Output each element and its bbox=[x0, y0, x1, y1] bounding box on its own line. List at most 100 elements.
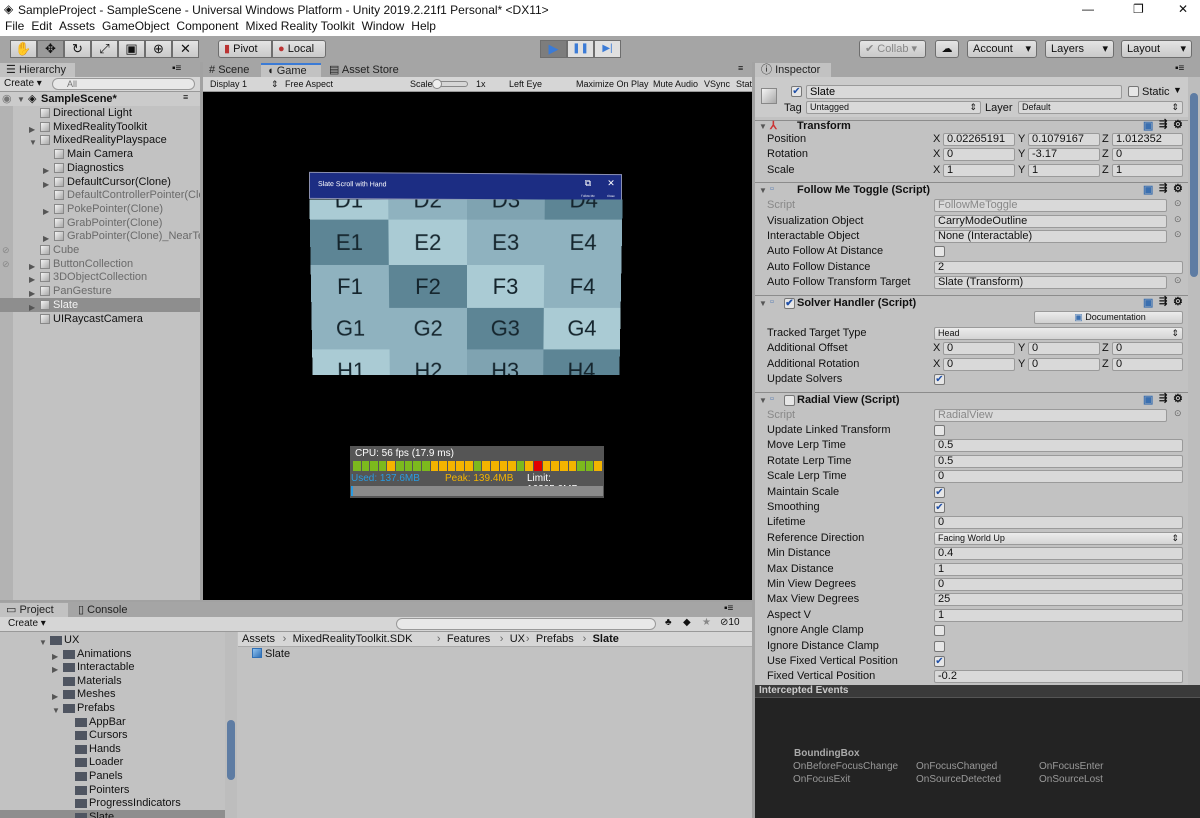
follow-me-button[interactable]: ⧉ Follow Me bbox=[578, 178, 598, 199]
vector-x-field[interactable]: 0.02265191 bbox=[943, 133, 1015, 146]
hierarchy-item[interactable]: ▶ PanGesture bbox=[0, 284, 200, 298]
scale-slider[interactable] bbox=[432, 79, 468, 89]
expand-arrow-icon[interactable]: ▶ bbox=[29, 123, 35, 134]
tab-console[interactable]: ▯ Console bbox=[72, 603, 136, 617]
transform-tool-icon[interactable]: ⊕ bbox=[145, 40, 172, 58]
component-header[interactable]: ▼ ▫ ✔ Solver Handler (Script) ▣ ⇶ ⚙ bbox=[755, 294, 1188, 311]
expand-arrow-icon[interactable]: ▶ bbox=[29, 260, 35, 271]
field-checkbox[interactable]: ✔ bbox=[934, 374, 945, 386]
hierarchy-item[interactable]: DefaultControllerPointer(Clone) bbox=[0, 188, 200, 202]
preset-icon[interactable]: ⇶ bbox=[1159, 183, 1167, 194]
field-input[interactable]: 1 bbox=[934, 608, 1183, 622]
field-dropdown[interactable]: Head ⇕ bbox=[934, 327, 1183, 340]
field-input[interactable]: 1 bbox=[934, 562, 1183, 576]
field-input[interactable]: 0 bbox=[934, 516, 1183, 530]
field-input[interactable]: 2 bbox=[934, 260, 1183, 274]
field-input[interactable]: 0 bbox=[934, 578, 1183, 591]
vector-z-field[interactable]: 1 bbox=[1112, 163, 1183, 177]
folder-item[interactable]: Loader bbox=[0, 755, 225, 769]
slider-handle[interactable] bbox=[432, 79, 442, 89]
object-field[interactable]: None (Interactable) bbox=[934, 230, 1167, 243]
slate-cell[interactable]: F2 bbox=[388, 264, 468, 308]
foldout-arrow-icon[interactable]: ▼ bbox=[759, 396, 767, 405]
hierarchy-item[interactable]: ▶ Slate bbox=[0, 297, 200, 312]
maximize-button[interactable]: ❐ bbox=[1133, 2, 1144, 16]
folder-item[interactable]: ▶ Meshes bbox=[0, 687, 225, 701]
field-input[interactable]: 0.4 bbox=[934, 547, 1183, 561]
rotate-tool-icon[interactable]: ↻ bbox=[64, 40, 91, 58]
documentation-button[interactable]: ▣ Documentation bbox=[1034, 310, 1183, 324]
tab-game[interactable]: ◖ Game bbox=[261, 63, 321, 77]
vector-z-field[interactable]: 0 bbox=[1112, 357, 1183, 371]
component-enabled-checkbox[interactable]: ✔ bbox=[784, 297, 795, 309]
tree-scrollbar[interactable] bbox=[225, 632, 237, 818]
object-picker-icon[interactable]: ⊙ bbox=[1174, 214, 1182, 225]
slate-cell[interactable]: D4 bbox=[544, 199, 623, 220]
vector-x-field[interactable]: 0 bbox=[943, 342, 1015, 356]
object-picker-icon[interactable]: ⊙ bbox=[1174, 408, 1182, 419]
account-dropdown[interactable]: Account ▾ bbox=[967, 40, 1037, 58]
expand-arrow-icon[interactable]: ▶ bbox=[43, 178, 49, 189]
gear-icon[interactable]: ⚙ bbox=[1173, 118, 1183, 131]
expand-arrow-icon[interactable]: ▶ bbox=[43, 164, 49, 175]
foldout-arrow-icon[interactable]: ▼ bbox=[759, 186, 767, 195]
slate-title-bar[interactable]: Slate Scroll with Hand ⧉ Follow Me ✕ Close bbox=[309, 171, 622, 202]
collab-button[interactable]: ✔ Collab ▾ bbox=[859, 40, 926, 58]
breadcrumb-item[interactable]: UX bbox=[510, 633, 525, 645]
expand-arrow-icon[interactable]: ▶ bbox=[29, 273, 35, 284]
vector-z-field[interactable]: 0 bbox=[1112, 148, 1183, 162]
minimize-button[interactable]: — bbox=[1082, 2, 1094, 16]
folder-item[interactable]: ▼ UX bbox=[0, 633, 225, 647]
hierarchy-item[interactable]: ⊘ ▶ ButtonCollection bbox=[0, 257, 200, 271]
folder-item[interactable]: ▶ Interactable bbox=[0, 660, 225, 674]
gear-icon[interactable]: ⚙ bbox=[1173, 295, 1183, 308]
local-button[interactable]: ● Local bbox=[272, 40, 326, 58]
close-button[interactable]: ✕ bbox=[1178, 2, 1188, 16]
vsync-toggle[interactable]: VSync bbox=[704, 77, 730, 91]
folder-item[interactable]: Hands bbox=[0, 742, 225, 756]
hierarchy-item[interactable]: ▶ Diagnostics bbox=[0, 161, 200, 175]
scrollbar-thumb[interactable] bbox=[227, 720, 235, 780]
slate-cell[interactable]: F4 bbox=[543, 264, 622, 308]
vector-z-field[interactable]: 0 bbox=[1112, 342, 1183, 356]
slate-cell[interactable]: G3 bbox=[466, 307, 544, 350]
help-icon[interactable]: ▣ bbox=[1143, 296, 1153, 309]
asset-item[interactable]: Slate bbox=[252, 648, 290, 660]
hidden-eye-icon[interactable]: ⊘ bbox=[2, 243, 10, 257]
hidden-eye-icon[interactable]: ⊘ bbox=[2, 257, 10, 271]
breadcrumb-item[interactable]: Slate bbox=[593, 633, 619, 645]
close-slate-button[interactable]: ✕ Close bbox=[604, 178, 618, 199]
hierarchy-item[interactable]: ▶ MixedRealityToolkit bbox=[0, 120, 200, 134]
favorite-star-icon[interactable]: ★ bbox=[702, 617, 711, 628]
menu-window[interactable]: Window bbox=[362, 19, 405, 33]
tab-asset-store[interactable]: ▤ Asset Store bbox=[323, 63, 408, 77]
lock-icon[interactable]: ▪≡ bbox=[724, 603, 733, 614]
slate-cell[interactable]: E2 bbox=[388, 219, 468, 265]
hierarchy-item[interactable]: ⊘ Cube bbox=[0, 243, 200, 257]
help-icon[interactable]: ▣ bbox=[1143, 393, 1153, 406]
hierarchy-item[interactable]: Main Camera bbox=[0, 147, 200, 161]
field-checkbox[interactable] bbox=[934, 640, 945, 652]
slate-content[interactable]: D1 D2 D3 D4 E1 E2 E3 E4 F1 F2 F3 F4 G1 G2 G3 G4 H1 H2 H3 H4 bbox=[309, 199, 623, 375]
slate-cell[interactable]: H4 bbox=[543, 349, 620, 375]
hierarchy-item[interactable]: GrabPointer(Clone) bbox=[0, 216, 200, 230]
slate-cell[interactable]: G4 bbox=[543, 307, 621, 350]
preset-icon[interactable]: ⇶ bbox=[1159, 119, 1167, 130]
vector-x-field[interactable]: 0 bbox=[943, 148, 1015, 162]
hierarchy-search-input[interactable] bbox=[52, 78, 195, 90]
slate-cell[interactable]: H1 bbox=[312, 349, 390, 375]
tab-project[interactable]: ▭ Project bbox=[0, 603, 68, 617]
filter-type-icon[interactable]: ♣ bbox=[665, 617, 672, 628]
folder-item[interactable]: Cursors bbox=[0, 728, 225, 742]
menu-gameobject[interactable]: GameObject bbox=[102, 19, 169, 33]
field-dropdown[interactable]: Facing World Up ⇕ bbox=[934, 531, 1183, 545]
expand-arrow-icon[interactable]: ▶ bbox=[52, 663, 58, 674]
breadcrumb-item[interactable]: MixedRealityToolkit.SDK bbox=[293, 633, 413, 645]
filter-label-icon[interactable]: ◆ bbox=[683, 617, 691, 628]
hierarchy-item[interactable]: ▶ DefaultCursor(Clone) bbox=[0, 175, 200, 189]
slate-cell[interactable]: F3 bbox=[466, 264, 545, 308]
slate-cell[interactable]: F1 bbox=[310, 264, 390, 308]
vector-x-field[interactable]: 1 bbox=[943, 163, 1015, 177]
component-header[interactable]: ▼ ▫ Radial View (Script) ▣ ⇶ ⚙ bbox=[755, 391, 1188, 408]
project-search-input[interactable] bbox=[396, 618, 656, 630]
